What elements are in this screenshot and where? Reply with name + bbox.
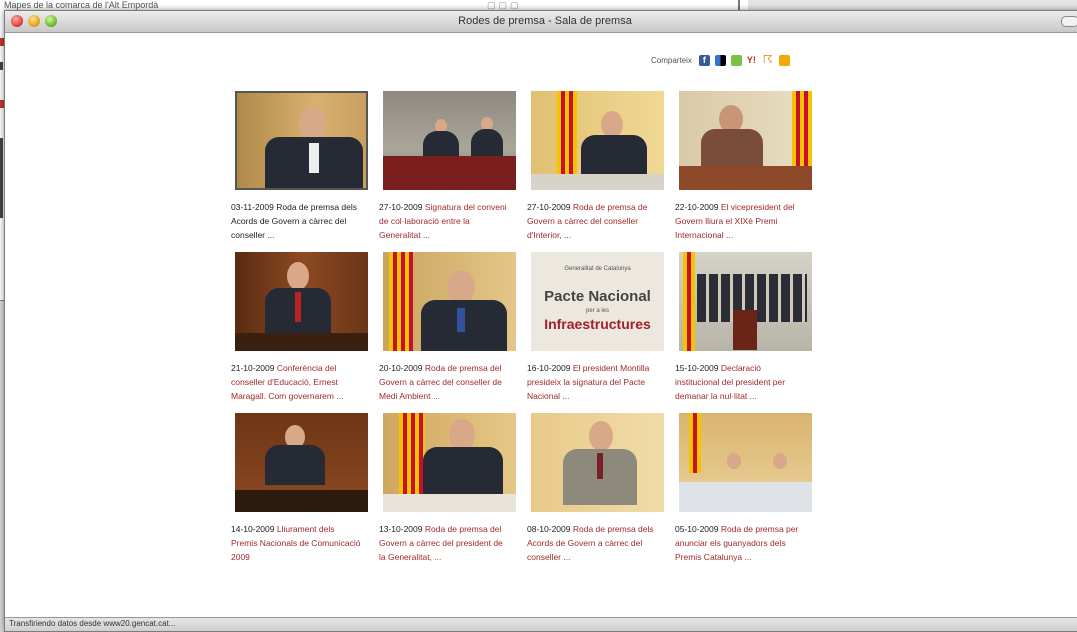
background-window-title: Mapes de la comarca de l'Alt Empordà	[4, 0, 159, 10]
press-photo[interactable]	[383, 413, 516, 512]
gallery-item[interactable]: 05-10-2009 Roda de premsa per anunciar e…	[675, 413, 815, 564]
gallery-item[interactable]: 03-11-2009 Roda de premsa dels Acords de…	[231, 91, 371, 242]
item-date: 20-10-2009	[379, 363, 423, 373]
gallery-item[interactable]: Generalitat de Catalunya Pacte Nacional …	[527, 252, 667, 403]
item-date: 08-10-2009	[527, 524, 571, 534]
press-photo[interactable]	[679, 413, 812, 512]
facebook-icon[interactable]: f	[698, 55, 710, 66]
press-photo[interactable]	[383, 91, 516, 190]
item-caption[interactable]: 15-10-2009 Declaració institucional del …	[675, 361, 807, 403]
item-date: 27-10-2009	[527, 202, 571, 212]
item-date: 27-10-2009	[379, 202, 423, 212]
item-caption[interactable]: 16-10-2009 El president Montilla preside…	[527, 361, 659, 403]
item-caption[interactable]: 14-10-2009 Lliurament dels Premis Nacion…	[231, 522, 363, 564]
share-bar: Comparteix f Y! ☈	[651, 55, 790, 66]
page-content: Comparteix f Y! ☈ 03-11-2009 Roda de pre…	[5, 33, 1077, 618]
press-photo[interactable]	[235, 413, 368, 512]
press-photo[interactable]	[679, 91, 812, 190]
rss-icon[interactable]: ☈	[762, 55, 774, 66]
status-bar: Transfiriendo datos desde www20.gencat.c…	[5, 617, 1077, 631]
press-photo[interactable]	[531, 413, 664, 512]
press-photo[interactable]	[531, 91, 664, 190]
item-caption[interactable]: 08-10-2009 Roda de premsa dels Acords de…	[527, 522, 659, 564]
item-caption[interactable]: 13-10-2009 Roda de premsa del Govern a c…	[379, 522, 511, 564]
item-date: 15-10-2009	[675, 363, 719, 373]
press-photo[interactable]	[235, 91, 368, 190]
item-date: 14-10-2009	[231, 524, 275, 534]
background-side-mark	[0, 62, 3, 70]
item-caption[interactable]: 05-10-2009 Roda de premsa per anunciar e…	[675, 522, 807, 564]
item-date: 16-10-2009	[527, 363, 571, 373]
poster-subtitle: per a les	[585, 308, 609, 314]
gallery-item[interactable]: 08-10-2009 Roda de premsa dels Acords de…	[527, 413, 667, 564]
press-photo[interactable]	[235, 252, 368, 351]
share-label: Comparteix	[651, 56, 692, 65]
press-photo[interactable]	[679, 252, 812, 351]
item-caption[interactable]: 03-11-2009 Roda de premsa dels Acords de…	[231, 200, 363, 242]
window-title: Rodes de premsa - Sala de premsa	[458, 15, 632, 27]
item-caption[interactable]: 21-10-2009 Conferència del conseller d'E…	[231, 361, 363, 403]
gallery-item[interactable]: 13-10-2009 Roda de premsa del Govern a c…	[379, 413, 519, 564]
press-gallery: 03-11-2009 Roda de premsa dels Acords de…	[231, 91, 821, 564]
item-date: 13-10-2009	[379, 524, 423, 534]
item-caption[interactable]: 22-10-2009 El vicepresident del Govern l…	[675, 200, 807, 242]
gallery-item[interactable]: 15-10-2009 Declaració institucional del …	[675, 252, 815, 403]
item-caption[interactable]: 27-10-2009 Signatura del conveni de col·…	[379, 200, 511, 242]
meneame-icon[interactable]	[730, 55, 742, 66]
gallery-item[interactable]: 21-10-2009 Conferència del conseller d'E…	[231, 252, 371, 403]
status-text: Transfiriendo datos desde www20.gencat.c…	[9, 619, 176, 628]
browser-window[interactable]: Rodes de premsa - Sala de premsa Compart…	[4, 10, 1077, 632]
yahoo-icon[interactable]: Y!	[746, 55, 758, 66]
item-caption[interactable]: 20-10-2009 Roda de premsa del Govern a c…	[379, 361, 511, 403]
gallery-item[interactable]: 27-10-2009 Roda de premsa de Govern a cà…	[527, 91, 667, 242]
press-photo[interactable]: Generalitat de Catalunya Pacte Nacional …	[531, 252, 664, 351]
item-date: 03-11-2009	[231, 202, 274, 212]
gallery-item[interactable]: 20-10-2009 Roda de premsa del Govern a c…	[379, 252, 519, 403]
poster-caption: Generalitat de Catalunya	[564, 266, 631, 272]
background-side-mark	[0, 138, 3, 218]
delicious-icon[interactable]	[714, 55, 726, 66]
item-date: 22-10-2009	[675, 202, 719, 212]
gallery-item[interactable]: 14-10-2009 Lliurament dels Premis Nacion…	[231, 413, 371, 564]
star-icon[interactable]	[778, 55, 790, 66]
press-photo[interactable]	[383, 252, 516, 351]
item-date: 21-10-2009	[231, 363, 275, 373]
toolbar-toggle-button[interactable]	[1061, 16, 1077, 27]
gallery-item[interactable]: 22-10-2009 El vicepresident del Govern l…	[675, 91, 815, 242]
poster-title: Pacte Nacional	[544, 288, 651, 305]
item-date: 05-10-2009	[675, 524, 719, 534]
poster-heading: Infraestructures	[544, 316, 651, 332]
title-bar[interactable]: Rodes de premsa - Sala de premsa	[5, 11, 1077, 33]
gallery-item[interactable]: 27-10-2009 Signatura del conveni de col·…	[379, 91, 519, 242]
item-caption[interactable]: 27-10-2009 Roda de premsa de Govern a cà…	[527, 200, 659, 242]
